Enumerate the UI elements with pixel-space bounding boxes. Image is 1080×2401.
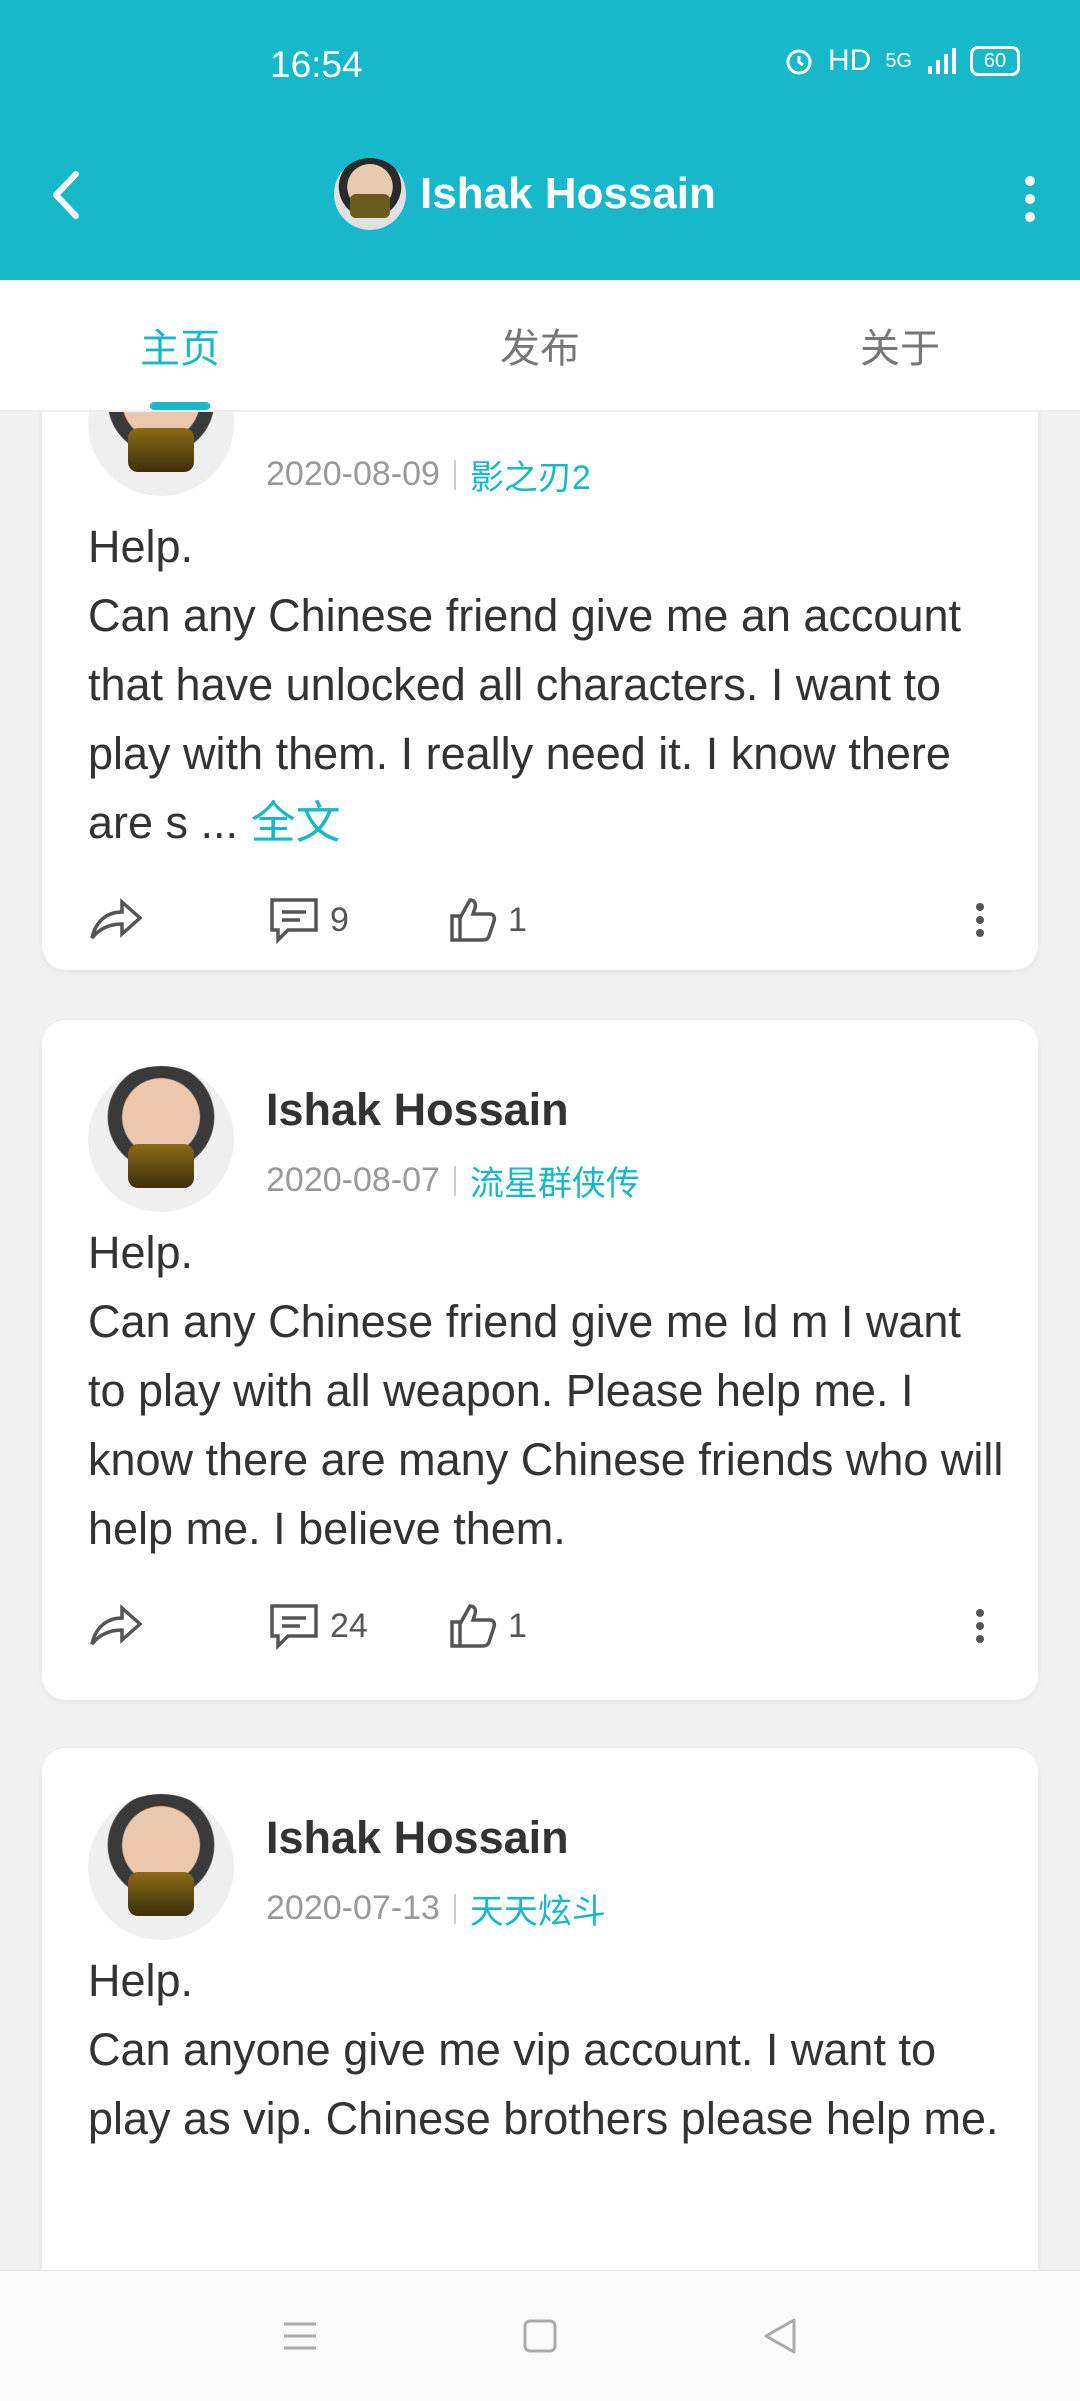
post-more-button[interactable] — [976, 898, 984, 942]
share-icon — [90, 1604, 143, 1646]
more-vertical-icon — [976, 1604, 984, 1648]
tab-bar: 主页 发布 关于 — [0, 280, 1080, 412]
comment-icon — [270, 898, 318, 944]
post-text: Help. Can anyone give me vip account. I … — [88, 1955, 999, 2144]
like-button[interactable]: 1 — [448, 896, 648, 944]
comment-count: 24 — [330, 1606, 368, 1645]
post-body[interactable]: Help. Can any Chinese friend give me Id … — [88, 1218, 1008, 1563]
tab-posts[interactable]: 发布 — [360, 280, 720, 410]
like-count: 1 — [508, 1606, 527, 1645]
home-square-icon[interactable] — [520, 2316, 560, 2356]
post-date: 2020-07-13 — [266, 1889, 440, 1927]
post-meta: 2020-07-13 天天炫斗 — [266, 1884, 606, 1933]
comment-button[interactable]: 9 — [268, 896, 448, 944]
more-vertical-icon[interactable] — [1010, 168, 1050, 228]
post-meta: 2020-08-09 影之刃2 — [266, 450, 591, 499]
comment-button[interactable]: 24 — [268, 1602, 448, 1650]
tab-label: 主页 — [140, 327, 220, 371]
tab-label: 发布 — [500, 327, 580, 371]
post-actions: 24 1 — [88, 1596, 1008, 1656]
comment-count: 9 — [330, 900, 349, 939]
post-body[interactable]: Help. Can any Chinese friend give me an … — [88, 512, 1008, 857]
header-title-group[interactable]: Ishak Hossain — [334, 158, 716, 230]
tab-home[interactable]: 主页 — [0, 280, 360, 410]
status-time: 16:54 — [270, 44, 363, 85]
app-header: 16:54 HD 5G 60 Ishak Hossain — [0, 0, 1080, 280]
status-icons: HD 5G 60 — [784, 44, 1020, 78]
network-indicator: 5G — [885, 49, 912, 72]
more-vertical-icon — [976, 898, 984, 942]
share-button[interactable] — [88, 896, 268, 944]
post-text: Help. Can any Chinese friend give me Id … — [88, 1227, 1004, 1554]
like-count: 1 — [508, 900, 527, 939]
avatar[interactable] — [88, 410, 234, 496]
battery-icon: 60 — [970, 46, 1020, 76]
thumbs-up-icon — [450, 898, 497, 942]
like-button[interactable]: 1 — [448, 1602, 648, 1650]
post-feed: 2020-08-09 影之刃2 Help. Can any Chinese fr… — [0, 410, 1080, 2270]
post-actions: 9 1 — [88, 890, 1008, 950]
post-date: 2020-08-09 — [266, 455, 440, 493]
avatar[interactable] — [88, 1066, 234, 1212]
game-tag[interactable]: 影之刃2 — [470, 450, 591, 499]
game-tag[interactable]: 天天炫斗 — [470, 1884, 606, 1933]
comment-icon — [270, 1604, 318, 1650]
back-triangle-icon[interactable] — [760, 2316, 800, 2356]
tab-about[interactable]: 关于 — [720, 280, 1080, 410]
post-card[interactable]: 2020-08-09 影之刃2 Help. Can any Chinese fr… — [42, 410, 1038, 970]
game-tag[interactable]: 流星群侠传 — [470, 1156, 640, 1205]
system-nav-bar — [0, 2270, 1080, 2401]
post-author[interactable]: Ishak Hossain — [266, 1812, 569, 1864]
avatar[interactable] — [88, 1794, 234, 1940]
post-date: 2020-08-07 — [266, 1161, 440, 1199]
share-button[interactable] — [88, 1602, 268, 1650]
post-author[interactable]: Ishak Hossain — [266, 1084, 569, 1136]
back-arrow-icon[interactable] — [40, 160, 90, 230]
post-card[interactable]: Ishak Hossain 2020-07-13 天天炫斗 Help. Can … — [42, 1748, 1038, 2270]
hd-indicator: HD — [827, 44, 872, 77]
read-more-link[interactable]: 全文 — [251, 797, 341, 848]
alarm-icon — [786, 49, 812, 75]
post-more-button[interactable] — [976, 1604, 984, 1648]
post-text: Help. Can any Chinese friend give me an … — [88, 521, 962, 848]
thumbs-up-icon — [450, 1604, 497, 1648]
page-title: Ishak Hossain — [420, 169, 716, 218]
post-meta: 2020-08-07 流星群侠传 — [266, 1156, 640, 1205]
post-body[interactable]: Help. Can anyone give me vip account. I … — [88, 1946, 1008, 2153]
post-card[interactable]: Ishak Hossain 2020-08-07 流星群侠传 Help. Can… — [42, 1020, 1038, 1700]
share-icon — [90, 898, 143, 940]
tab-label: 关于 — [860, 327, 940, 371]
menu-icon[interactable] — [280, 2316, 320, 2356]
avatar — [334, 158, 406, 230]
signal-icon — [928, 48, 956, 74]
tab-active-indicator — [150, 402, 210, 410]
